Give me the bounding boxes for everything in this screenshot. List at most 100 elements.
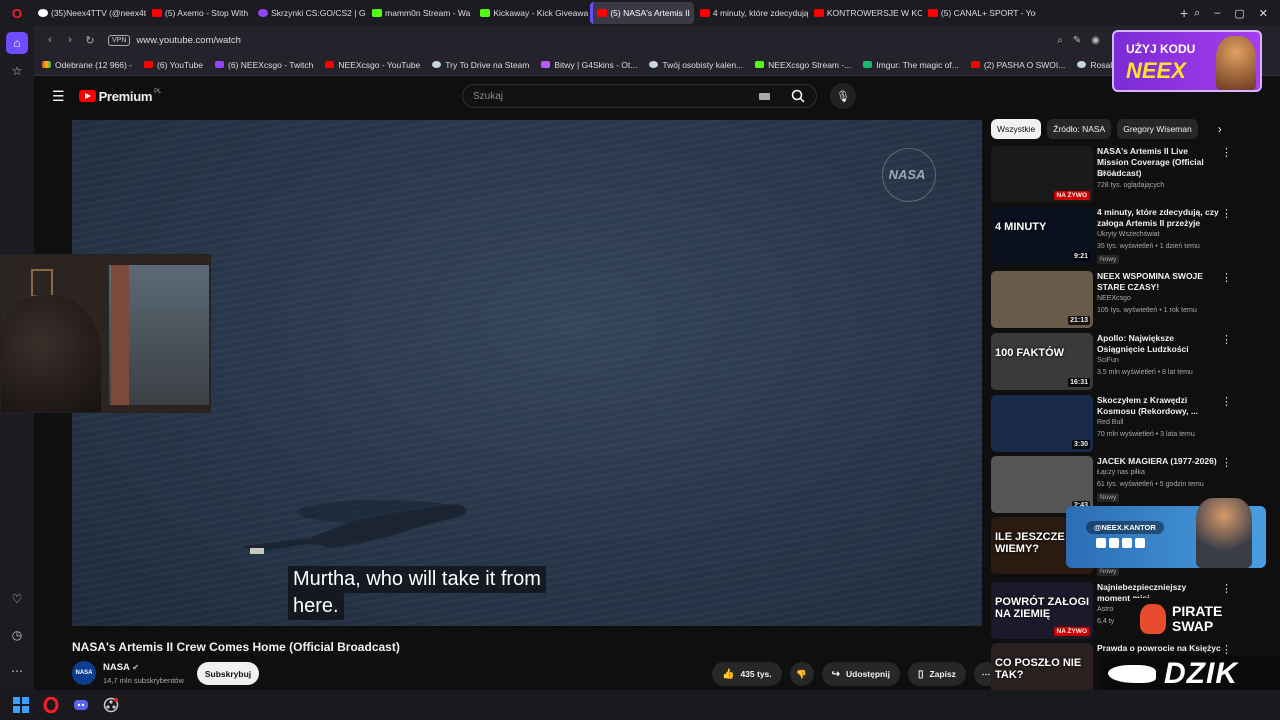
browser-tab[interactable]: (5) NASA's Artemis II — [590, 2, 694, 24]
filter-chip[interactable]: Gregory Wiseman — [1117, 119, 1198, 139]
obs-taskbar-icon[interactable] — [102, 696, 120, 714]
like-button[interactable]: 👍 435 tys. — [712, 662, 782, 686]
browser-tab[interactable]: (35)Neex4TTV (@neex4ttv — [34, 2, 146, 24]
subtitle-line-1: Murtha, who will take it from — [288, 566, 546, 593]
browser-tab[interactable]: KONTROWERSJE W KOŃC — [810, 2, 922, 24]
browser-tab[interactable]: 4 minuty, które zdecydują — [696, 2, 808, 24]
url-field[interactable]: www.youtube.com/watch — [136, 35, 1057, 46]
more-options-icon[interactable]: ⋮ — [1221, 333, 1232, 346]
recommendation-channel[interactable]: NEEXcsgo — [1097, 295, 1131, 302]
video-thumbnail[interactable]: 100 FAKTÓW 16:31 — [991, 333, 1093, 390]
filter-chip[interactable]: Wszystkie — [991, 119, 1042, 139]
live-badge: NA ŻYWO — [1053, 627, 1090, 636]
heart-icon[interactable]: ♡ — [6, 588, 28, 610]
recommendation-item[interactable]: 100 FAKTÓW 16:31 Apollo: Największe Osiągn… — [991, 333, 1232, 391]
menu-icon[interactable]: ☰ — [52, 88, 65, 105]
vpn-badge[interactable]: VPN — [108, 34, 131, 46]
more-icon[interactable]: ⋯ — [6, 660, 28, 682]
camera-icon[interactable]: ◉ — [1091, 35, 1100, 46]
promo-code-overlay: UŻYJ KODU NEEX — [1112, 30, 1262, 92]
youtube-premium-logo[interactable]: Premium PL — [78, 89, 161, 104]
home-icon[interactable]: ⌂ — [6, 32, 28, 54]
video-thumbnail[interactable]: 4 MINUTY 9:21 — [991, 207, 1093, 264]
edit-icon[interactable]: ✎ — [1073, 35, 1081, 46]
minimize-icon[interactable]: – — [1214, 7, 1220, 20]
search-icon[interactable]: ⌕ — [1057, 35, 1063, 46]
youtube-header: ☰ Premium PL Szukaj 🎙 — [34, 76, 1280, 116]
bookmark-item[interactable]: Try To Drive na Steam — [432, 60, 529, 70]
browser-tab[interactable]: mamm0n Stream - Wa — [368, 2, 474, 24]
video-title: NASA's Artemis II Crew Comes Home (Offic… — [72, 640, 400, 654]
save-button[interactable]: ▯ Zapisz — [907, 662, 966, 686]
more-options-icon[interactable]: ⋮ — [1221, 456, 1232, 469]
chevron-right-icon[interactable]: › — [1218, 122, 1222, 136]
close-icon[interactable]: ✕ — [1259, 7, 1268, 20]
recommendation-item[interactable]: 4 MINUTY 9:21 4 minuty, które zdecydują, c… — [991, 207, 1232, 265]
browser-tab[interactable]: (5) CANAL+ SPORT - You — [924, 2, 1036, 24]
window-controls: ⌕ – ▢ ✕ — [1194, 7, 1280, 20]
share-button[interactable]: ↪ Udostępnij — [821, 662, 900, 686]
search-button[interactable] — [780, 84, 816, 108]
video-thumbnail[interactable]: 21:13 — [991, 271, 1093, 328]
search-tabs-icon[interactable]: ⌕ — [1194, 7, 1200, 20]
opera-logo-icon[interactable]: O — [0, 0, 34, 26]
more-options-icon[interactable]: ⋮ — [1221, 271, 1232, 284]
keyboard-icon[interactable] — [759, 92, 770, 100]
browser-tab[interactable]: Kickaway - Kick Giveaway — [476, 2, 588, 24]
bookmark-item[interactable]: Twój osobisty kalen... — [649, 60, 743, 70]
reload-icon[interactable]: ↻ — [80, 34, 100, 47]
voice-search-button[interactable]: 🎙 — [830, 83, 856, 109]
search-input[interactable]: Szukaj — [473, 91, 759, 102]
bookmark-label: (6) YouTube — [157, 59, 204, 70]
more-options-icon[interactable]: ⋮ — [1221, 582, 1232, 595]
dislike-button[interactable]: 👎 — [789, 662, 814, 686]
bookmark-item[interactable]: (2) PASHA O SWOI... — [970, 60, 1065, 70]
history-icon[interactable]: ◷ — [6, 624, 28, 646]
bookmark-item[interactable]: Bitwy | G4Skins - Ot... — [541, 60, 637, 70]
windows-start-icon[interactable] — [12, 696, 30, 714]
star-icon[interactable]: ☆ — [6, 60, 28, 82]
recommendation-channel[interactable]: Red Bull — [1097, 419, 1123, 426]
recommendation-title[interactable]: Prawda o powrocie na Księżyc — [1097, 643, 1221, 654]
bookmark-item[interactable]: (6) NEEXcsgo - Twitch — [215, 60, 313, 70]
bookmark-item[interactable]: (6) YouTube — [144, 60, 203, 70]
video-thumbnail[interactable]: POWRÓT ZAŁOGI NA ZIEMIĘ NA ŻYWO — [991, 582, 1093, 639]
recommendation-channel[interactable]: Astro — [1097, 606, 1113, 613]
recommendation-title[interactable]: JACEK MAGIERA (1977-2026) — [1097, 456, 1221, 467]
channel-avatar[interactable]: NASA — [72, 661, 96, 685]
recommendation-title[interactable]: 4 minuty, które zdecydują, czy załoga Ar… — [1097, 207, 1221, 229]
more-options-icon[interactable]: ⋮ — [1221, 207, 1232, 220]
recommendation-channel[interactable]: NASA — [1097, 170, 1116, 177]
recommendation-title[interactable]: NEEX WSPOMINA SWOJE STARE CZASY! — [1097, 271, 1221, 293]
maximize-icon[interactable]: ▢ — [1234, 7, 1244, 20]
back-icon[interactable]: ‹ — [40, 34, 60, 46]
bookmark-favicon-icon — [1077, 61, 1087, 68]
subscribe-button[interactable]: Subskrybuj — [197, 662, 259, 685]
new-tab-button[interactable]: + — [1174, 5, 1194, 21]
more-options-icon[interactable]: ⋮ — [1221, 395, 1232, 408]
filter-chip[interactable]: Źródło: NASA — [1047, 119, 1112, 139]
recommendation-title[interactable]: Apollo: Największe Osiągnięcie Ludzkości — [1097, 333, 1221, 355]
video-thumbnail[interactable]: 3:30 — [991, 395, 1093, 452]
recommendation-channel[interactable]: Łączy nas piłka — [1097, 469, 1145, 476]
video-thumbnail[interactable]: 2:43 — [991, 456, 1093, 513]
opera-taskbar-icon[interactable] — [42, 696, 60, 714]
bookmark-item[interactable]: NEEXcsgo - YouTube — [325, 60, 420, 70]
recommendation-channel[interactable]: Ukryty Wszechświat — [1097, 231, 1160, 238]
more-options-icon[interactable]: ⋮ — [1221, 146, 1232, 159]
discord-taskbar-icon[interactable] — [72, 696, 90, 714]
bookmark-item[interactable]: Odebrane (12 966) - — [42, 60, 132, 70]
recommendation-item[interactable]: NA ŻYWO NASA's Artemis II Live Mission Co… — [991, 146, 1232, 204]
channel-name[interactable]: NASA ✔ — [103, 662, 139, 673]
recommendation-title[interactable]: Skoczyłem z Krawędzi Kosmosu (Rekordowy,… — [1097, 395, 1221, 417]
recommendation-item[interactable]: 21:13 NEEX WSPOMINA SWOJE STARE CZASY! NEE… — [991, 271, 1232, 329]
bookmark-item[interactable]: NEEXcsgo Stream -... — [755, 60, 851, 70]
windows-taskbar — [0, 690, 1280, 720]
video-thumbnail[interactable]: NA ŻYWO — [991, 146, 1093, 203]
forward-icon[interactable]: › — [60, 34, 80, 46]
bookmark-item[interactable]: Imgur: The magic of... — [863, 60, 959, 70]
recommendation-item[interactable]: 3:30 Skoczyłem z Krawędzi Kosmosu (Rekord… — [991, 395, 1232, 453]
recommendation-channel[interactable]: SciFun — [1097, 357, 1119, 364]
browser-tab[interactable]: (5) Axemo - Stop With — [148, 2, 252, 24]
browser-tab[interactable]: Skrzynki CS:GO/CS2 | G4S — [254, 2, 366, 24]
